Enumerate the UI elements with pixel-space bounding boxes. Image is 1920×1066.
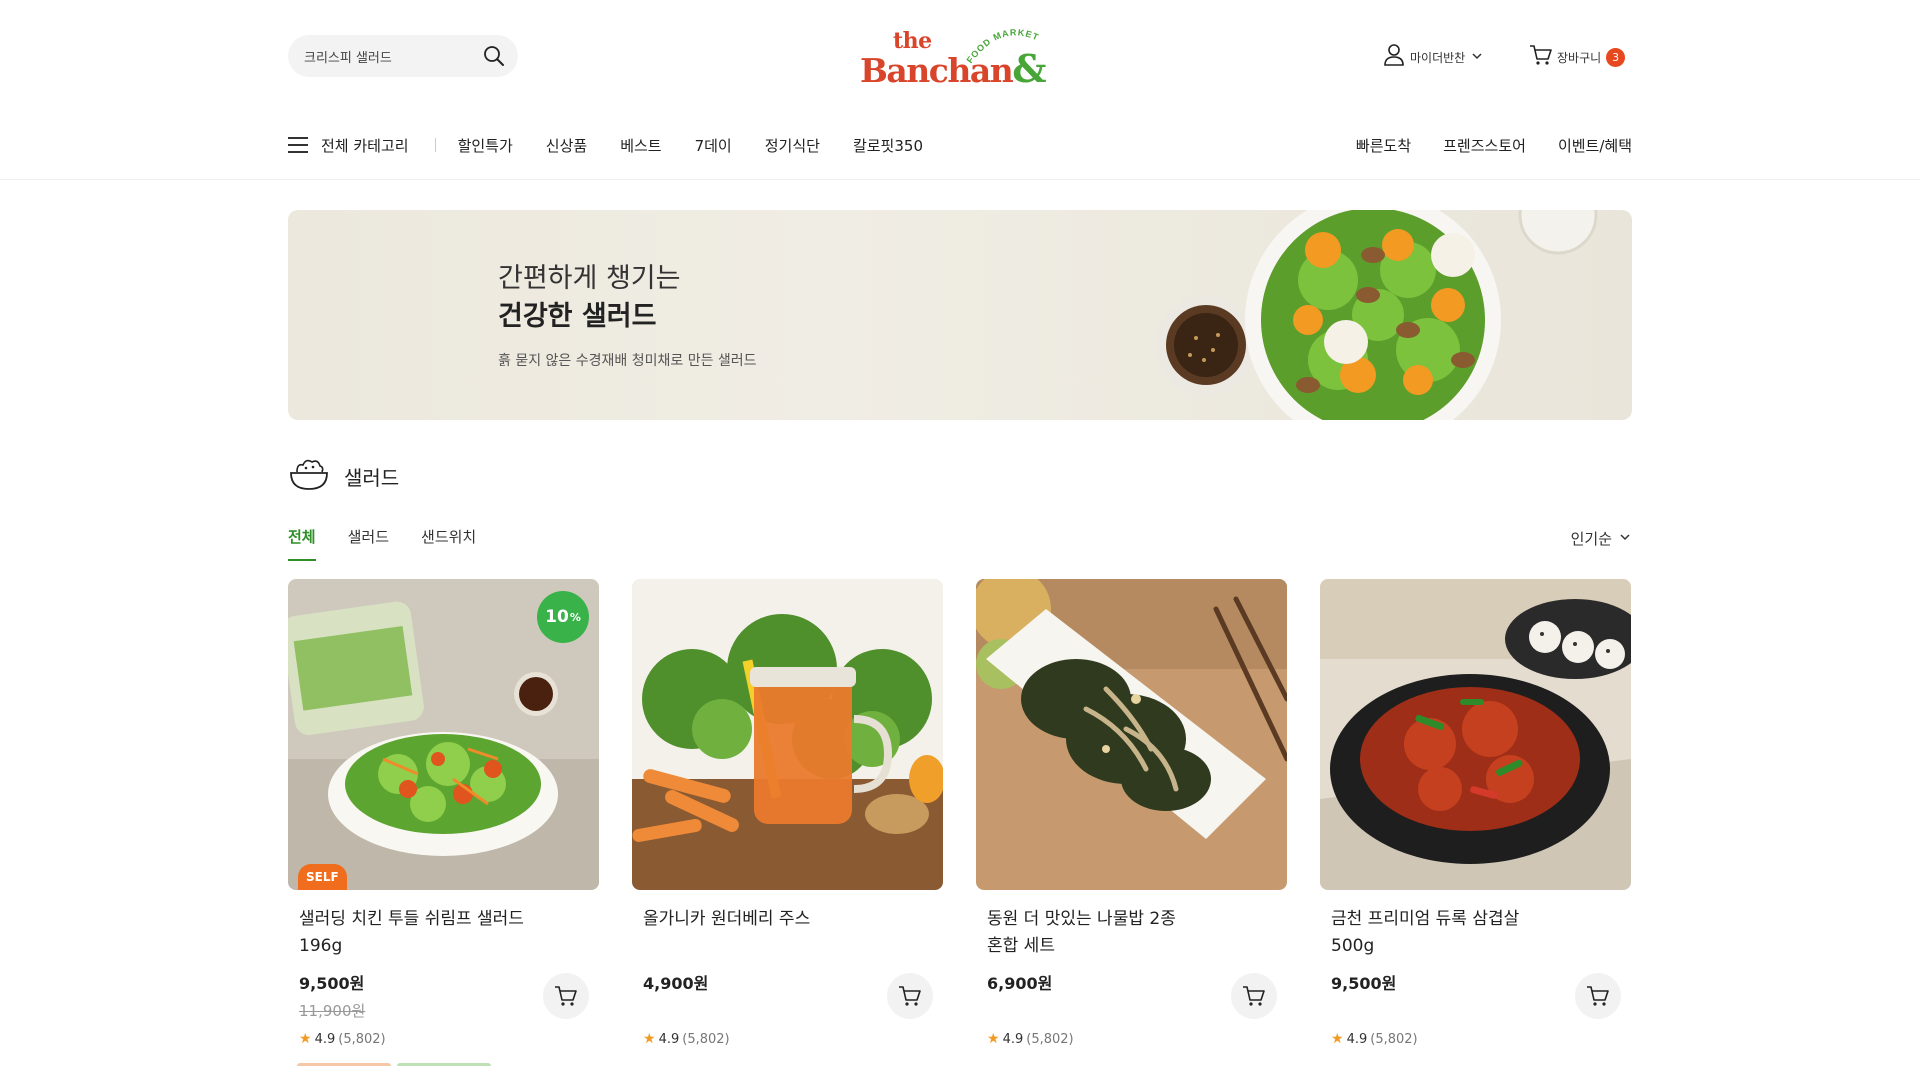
product-name[interactable]: 금천 프리미엄 듀록 삼겹살 500g — [1320, 906, 1631, 960]
nav-item-events[interactable]: 이벤트/혜택 — [1558, 135, 1632, 156]
cart-menu[interactable]: 장바구니 3 — [1529, 43, 1626, 71]
product-card[interactable]: 동원 더 맛있는 나물밥 2종 혼합 세트 6,900원 ★ 4.9 (5,80… — [976, 579, 1287, 1047]
review-count: (5,802) — [682, 1031, 730, 1047]
product-name[interactable]: 동원 더 맛있는 나물밥 2종 혼합 세트 — [976, 906, 1287, 960]
banner-description: 흙 묻지 않은 수경재배 청미채로 만든 샐러드 — [498, 353, 757, 369]
my-page-menu[interactable]: 마이더반찬 — [1383, 43, 1484, 71]
star-icon: ★ — [643, 1031, 656, 1047]
nav-right-group: 빠른도착 프렌즈스토어 이벤트/혜택 — [1356, 128, 1632, 162]
product-card[interactable]: 10% SELF 샐러딩 치킨 투들 쉬림프 샐러드 196g 9,500원 1… — [288, 579, 599, 1047]
tab-salad[interactable]: 샐러드 — [348, 526, 389, 561]
product-image[interactable]: 10% SELF — [288, 579, 599, 890]
my-page-label: 마이더반찬 — [1410, 50, 1466, 65]
user-icon — [1383, 43, 1405, 71]
search-icon[interactable] — [482, 44, 506, 68]
cart-count-badge: 3 — [1606, 47, 1626, 67]
tab-all[interactable]: 전체 — [288, 526, 316, 561]
product-image[interactable] — [976, 579, 1287, 890]
hamburger-icon[interactable] — [288, 137, 308, 153]
star-icon: ★ — [299, 1031, 312, 1047]
cart-icon — [899, 986, 921, 1006]
category-tabs: 전체 샐러드 샌드위치 — [288, 526, 476, 561]
product-rating: ★ 4.9 (5,802) — [987, 1031, 1074, 1047]
nav-all-categories[interactable]: 전체 카테고리 — [321, 135, 409, 156]
product-name[interactable]: 올가니카 원더베리 주스 — [632, 906, 943, 960]
search-bar[interactable]: 크리스피 샐러드 — [288, 35, 518, 77]
product-image[interactable] — [1320, 579, 1631, 890]
cart-icon — [1587, 986, 1609, 1006]
product-rating: ★ 4.9 (5,802) — [643, 1031, 730, 1047]
discount-badge: 10% — [537, 591, 589, 643]
category-header: 샐러드 — [288, 455, 399, 497]
nav-item-fast-delivery[interactable]: 빠른도착 — [1356, 135, 1411, 156]
add-to-cart-button[interactable] — [1231, 973, 1277, 1019]
chevron-down-icon — [1618, 529, 1632, 548]
nav-item-new[interactable]: 신상품 — [546, 135, 587, 156]
banner-text: 간편하게 챙기는 건강한 샐러드 흙 묻지 않은 수경재배 청미채로 만든 샐러… — [498, 260, 757, 370]
cart-label: 장바구니 — [1557, 50, 1602, 65]
add-to-cart-button[interactable] — [887, 973, 933, 1019]
self-badge: SELF — [298, 864, 347, 890]
product-image[interactable] — [632, 579, 943, 890]
main-nav: 전체 카테고리 할인특가 신상품 베스트 7데이 정기식단 칼로핏350 빠른도… — [288, 128, 1632, 162]
product-name[interactable]: 샐러딩 치킨 투들 쉬림프 샐러드 196g — [288, 906, 599, 960]
cart-icon — [1243, 986, 1265, 1006]
rating-value: 4.9 — [1002, 1031, 1024, 1047]
banner-salad-image — [1156, 210, 1598, 420]
nav-item-subscription[interactable]: 정기식단 — [765, 135, 820, 156]
nav-item-friends-store[interactable]: 프렌즈스토어 — [1443, 135, 1526, 156]
banner-headline-1: 간편하게 챙기는 — [498, 263, 681, 294]
nav-item-sale[interactable]: 할인특가 — [458, 135, 513, 156]
chevron-down-icon — [1470, 48, 1484, 67]
product-card[interactable]: 금천 프리미엄 듀록 삼겹살 500g 9,500원 ★ 4.9 (5,802) — [1320, 579, 1631, 1047]
promo-banner[interactable]: 간편하게 챙기는 건강한 샐러드 흙 묻지 않은 수경재배 청미채로 만든 샐러… — [288, 210, 1632, 420]
product-grid: 10% SELF 샐러딩 치킨 투들 쉬림프 샐러드 196g 9,500원 1… — [288, 579, 1632, 1047]
tab-sandwich[interactable]: 샌드위치 — [421, 526, 476, 561]
star-icon: ★ — [987, 1031, 1000, 1047]
nav-divider-line — [0, 179, 1920, 180]
review-count: (5,802) — [1370, 1031, 1418, 1047]
product-rating: ★ 4.9 (5,802) — [1331, 1031, 1418, 1047]
nav-item-calofit[interactable]: 칼로핏350 — [853, 135, 923, 156]
cart-icon — [1529, 43, 1553, 71]
cart-icon — [555, 986, 577, 1006]
nav-item-7day[interactable]: 7데이 — [695, 135, 732, 156]
add-to-cart-button[interactable] — [543, 973, 589, 1019]
product-card[interactable]: 올가니카 원더베리 주스 4,900원 ★ 4.9 (5,802) — [632, 579, 943, 1047]
rating-value: 4.9 — [658, 1031, 680, 1047]
logo-tagline-arc: FOOD MARKET — [965, 27, 1041, 65]
search-input[interactable]: 크리스피 샐러드 — [304, 47, 482, 66]
rating-value: 4.9 — [314, 1031, 336, 1047]
nav-item-best[interactable]: 베스트 — [620, 135, 661, 156]
brand-logo[interactable]: the Banchan& FOOD MARKET — [858, 27, 1058, 91]
salad-bowl-icon — [288, 455, 330, 497]
review-count: (5,802) — [338, 1031, 386, 1047]
banner-headline-2: 건강한 샐러드 — [498, 301, 657, 332]
nav-divider — [434, 138, 436, 152]
star-icon: ★ — [1331, 1031, 1344, 1047]
category-title: 샐러드 — [344, 465, 400, 490]
rating-value: 4.9 — [1346, 1031, 1368, 1047]
svg-text:FOOD MARKET: FOOD MARKET — [965, 27, 1041, 65]
sort-label: 인기순 — [1570, 530, 1612, 548]
sort-dropdown[interactable]: 인기순 — [1571, 528, 1632, 549]
product-rating: ★ 4.9 (5,802) — [299, 1031, 386, 1047]
review-count: (5,802) — [1026, 1031, 1074, 1047]
add-to-cart-button[interactable] — [1575, 973, 1621, 1019]
